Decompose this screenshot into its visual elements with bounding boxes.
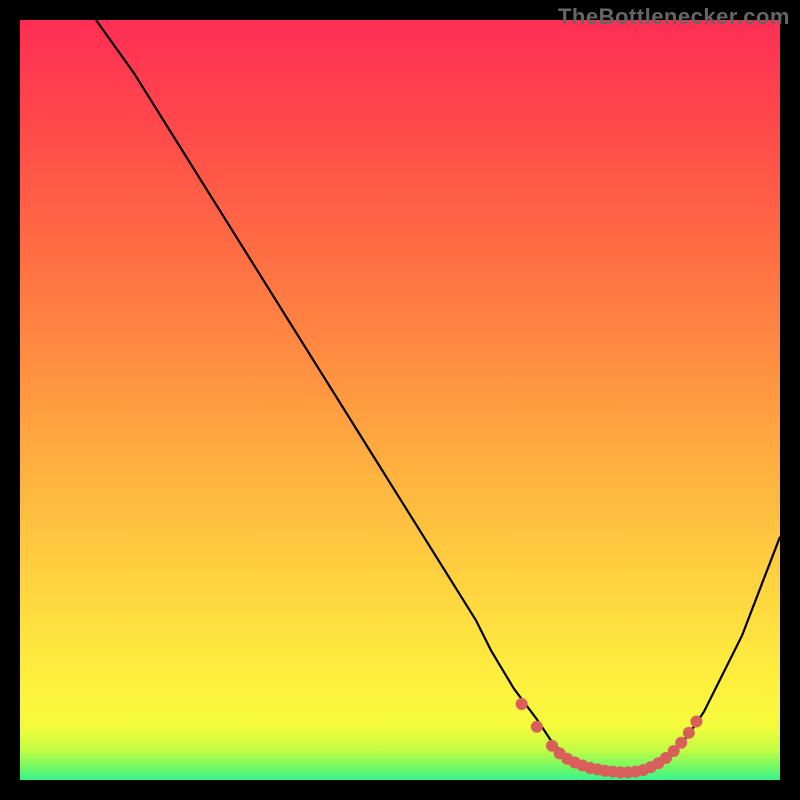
attribution-text: TheBottlenecker.com <box>558 4 790 30</box>
bottleneck-chart <box>20 20 780 780</box>
min-region-marker <box>690 715 702 727</box>
chart-background <box>20 20 780 780</box>
min-region-marker <box>516 698 528 710</box>
min-region-marker <box>675 737 687 749</box>
chart-frame: TheBottlenecker.com <box>0 0 800 800</box>
min-region-marker <box>531 721 543 733</box>
min-region-marker <box>683 727 695 739</box>
